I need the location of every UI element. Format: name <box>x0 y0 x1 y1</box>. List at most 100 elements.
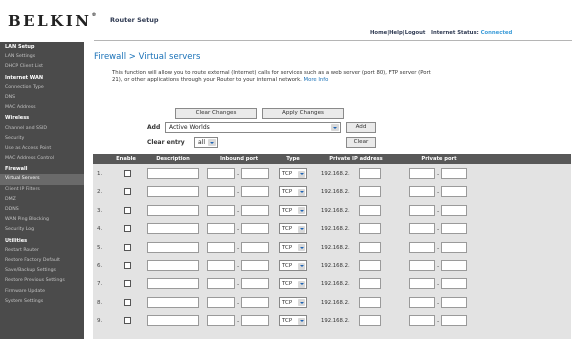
private-port-start-input[interactable] <box>409 168 435 179</box>
private-port-end-input[interactable] <box>441 296 467 308</box>
home-link[interactable]: Home <box>370 30 387 36</box>
type-select[interactable]: TCP <box>279 296 307 308</box>
add-service-select[interactable]: Active Worlds <box>165 122 341 133</box>
private-ip-input[interactable] <box>359 315 381 327</box>
inbound-port-start-input[interactable] <box>207 260 235 271</box>
private-port-start-input[interactable] <box>409 296 435 308</box>
sidebar-item[interactable]: Security <box>0 134 84 144</box>
inbound-port-end-input[interactable] <box>241 260 269 271</box>
apply-changes-button[interactable]: Apply Changes <box>262 108 344 119</box>
private-ip-input[interactable] <box>359 186 381 198</box>
logout-link[interactable]: Logout <box>405 30 426 36</box>
private-port-end-input[interactable] <box>441 204 467 216</box>
enable-checkbox[interactable] <box>124 317 131 325</box>
sidebar-item[interactable]: DDNS <box>0 205 84 215</box>
description-input[interactable] <box>147 223 199 235</box>
private-port-start-input[interactable] <box>409 278 435 290</box>
type-select[interactable]: TCP <box>279 204 307 216</box>
sidebar-item[interactable]: System Settings <box>0 297 84 307</box>
sidebar-item[interactable]: LAN Settings <box>0 52 84 62</box>
sidebar-item[interactable]: Client IP Filters <box>0 185 84 195</box>
private-ip-input[interactable] <box>359 260 381 271</box>
inbound-port-end-input[interactable] <box>241 315 269 327</box>
description-input[interactable] <box>147 204 199 216</box>
description-input[interactable] <box>147 260 199 271</box>
sidebar-item[interactable]: Security Log <box>0 225 84 235</box>
sidebar-item[interactable]: Firmware Update <box>0 287 84 297</box>
private-port-end-input[interactable] <box>441 315 467 327</box>
private-port-end-input[interactable] <box>441 168 467 179</box>
private-ip-input[interactable] <box>359 241 381 253</box>
sidebar-item[interactable]: DHCP Client List <box>0 62 84 72</box>
more-info-link[interactable]: More Info <box>304 77 329 83</box>
private-port-end-input[interactable] <box>441 223 467 235</box>
private-port-end-input[interactable] <box>441 186 467 198</box>
enable-checkbox[interactable] <box>124 188 131 196</box>
sidebar-item[interactable]: Restore Factory Default <box>0 256 84 266</box>
private-port-start-input[interactable] <box>409 223 435 235</box>
enable-checkbox[interactable] <box>124 262 131 269</box>
inbound-port-start-input[interactable] <box>207 241 235 253</box>
sidebar-item[interactable]: Use as Access Point <box>0 144 84 154</box>
enable-checkbox[interactable] <box>124 243 131 251</box>
description-input[interactable] <box>147 278 199 290</box>
clear-changes-button[interactable]: Clear Changes <box>175 108 257 119</box>
private-ip-input[interactable] <box>359 278 381 290</box>
inbound-port-end-input[interactable] <box>241 223 269 235</box>
private-ip-input[interactable] <box>359 223 381 235</box>
private-port-start-input[interactable] <box>409 241 435 253</box>
sidebar-item[interactable]: Channel and SSID <box>0 124 84 134</box>
type-select[interactable]: TCP <box>279 315 307 327</box>
type-select[interactable]: TCP <box>279 223 307 235</box>
description-input[interactable] <box>147 186 199 198</box>
enable-checkbox[interactable] <box>124 225 131 233</box>
description-input[interactable] <box>147 168 199 179</box>
private-ip-input[interactable] <box>359 168 381 179</box>
type-select[interactable]: TCP <box>279 278 307 290</box>
inbound-port-end-input[interactable] <box>241 186 269 198</box>
sidebar-item[interactable]: Restart Router <box>0 246 84 256</box>
type-select[interactable]: TCP <box>279 241 307 253</box>
enable-checkbox[interactable] <box>124 206 131 214</box>
help-link[interactable]: Help <box>389 30 403 36</box>
description-input[interactable] <box>147 241 199 253</box>
add-button[interactable]: Add <box>346 122 376 133</box>
inbound-port-end-input[interactable] <box>241 278 269 290</box>
enable-checkbox[interactable] <box>124 170 131 177</box>
private-port-start-input[interactable] <box>409 186 435 198</box>
inbound-port-start-input[interactable] <box>207 296 235 308</box>
inbound-port-start-input[interactable] <box>207 223 235 235</box>
clear-button[interactable]: Clear <box>346 137 376 148</box>
sidebar-item[interactable]: WAN Ping Blocking <box>0 215 84 225</box>
inbound-port-end-input[interactable] <box>241 296 269 308</box>
private-port-end-input[interactable] <box>441 278 467 290</box>
private-port-end-input[interactable] <box>441 241 467 253</box>
sidebar-item[interactable]: Connection Type <box>0 83 84 93</box>
enable-checkbox[interactable] <box>124 280 131 288</box>
sidebar-item[interactable]: DMZ <box>0 195 84 205</box>
description-input[interactable] <box>147 315 199 327</box>
inbound-port-end-input[interactable] <box>241 204 269 216</box>
private-port-start-input[interactable] <box>409 204 435 216</box>
inbound-port-start-input[interactable] <box>207 315 235 327</box>
type-select[interactable]: TCP <box>279 168 307 179</box>
private-ip-input[interactable] <box>359 296 381 308</box>
inbound-port-start-input[interactable] <box>207 168 235 179</box>
sidebar-item[interactable]: DNS <box>0 93 84 103</box>
inbound-port-end-input[interactable] <box>241 241 269 253</box>
private-port-end-input[interactable] <box>441 260 467 271</box>
sidebar-item[interactable]: Virtual Servers <box>0 174 84 185</box>
inbound-port-start-input[interactable] <box>207 186 235 198</box>
inbound-port-start-input[interactable] <box>207 278 235 290</box>
sidebar-item[interactable]: Save/Backup Settings <box>0 266 84 276</box>
sidebar-item[interactable]: MAC Address <box>0 103 84 113</box>
type-select[interactable]: TCP <box>279 260 307 271</box>
inbound-port-start-input[interactable] <box>207 204 235 216</box>
description-input[interactable] <box>147 296 199 308</box>
private-ip-input[interactable] <box>359 204 381 216</box>
inbound-port-end-input[interactable] <box>241 168 269 179</box>
clear-entry-select[interactable]: all <box>194 137 218 148</box>
sidebar-item[interactable]: MAC Address Control <box>0 154 84 164</box>
private-port-start-input[interactable] <box>409 260 435 271</box>
enable-checkbox[interactable] <box>124 298 131 306</box>
